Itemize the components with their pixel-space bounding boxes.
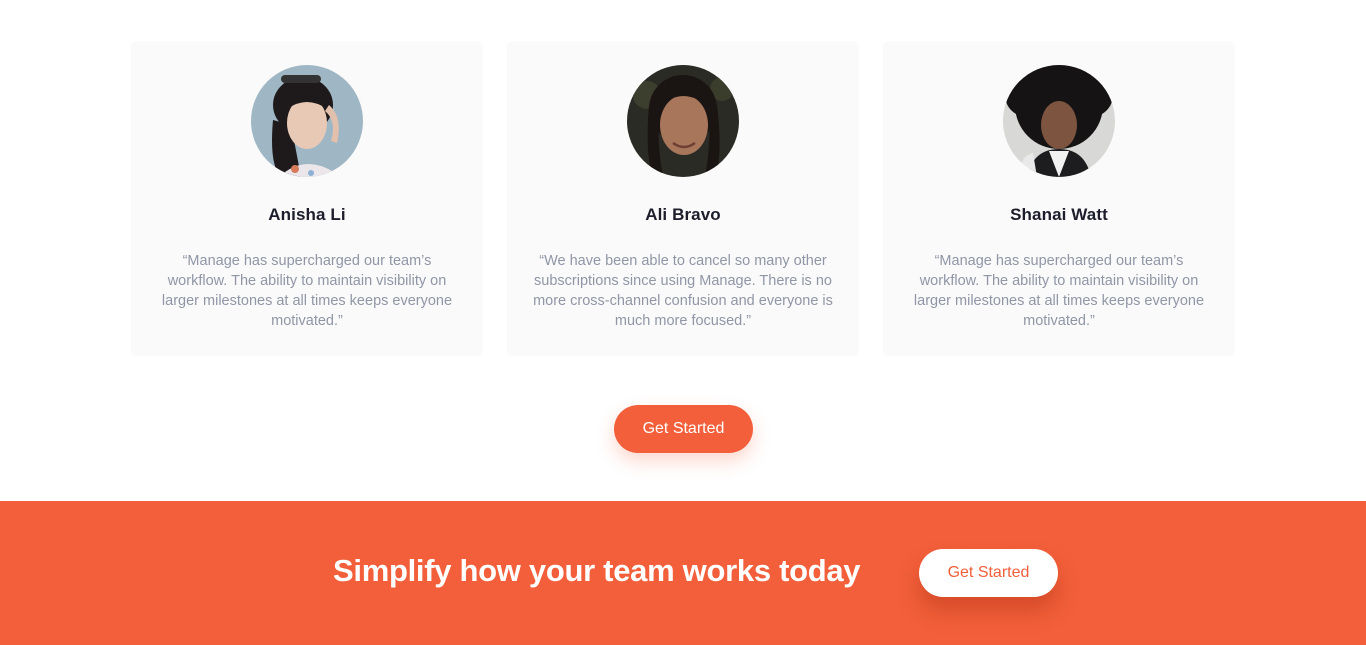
avatar [1003,65,1115,177]
testimonial-quote: “We have been able to cancel so many oth… [533,253,833,329]
banner-get-started-button[interactable]: Get Started [919,549,1058,597]
testimonial-name: Anisha Li [268,205,346,224]
banner-title: Simplify how your team works today [333,553,861,588]
testimonial-card: Shanai Watt “Manage has supercharged our… [883,41,1235,356]
get-started-button[interactable]: Get Started [614,405,753,453]
testimonial-card: Anisha Li “Manage has supercharged our t… [131,41,483,356]
avatar [627,65,739,177]
testimonial-quote: “Manage has supercharged our team’s work… [913,253,1205,329]
testimonials-section: Anisha Li “Manage has supercharged our t… [131,41,1235,356]
testimonial-card: Ali Bravo “We have been able to cancel s… [507,41,859,356]
testimonial-name: Shanai Watt [1010,205,1108,224]
testimonial-quote: “Manage has supercharged our team’s work… [161,253,453,329]
avatar [251,65,363,177]
testimonial-name: Ali Bravo [645,205,721,224]
